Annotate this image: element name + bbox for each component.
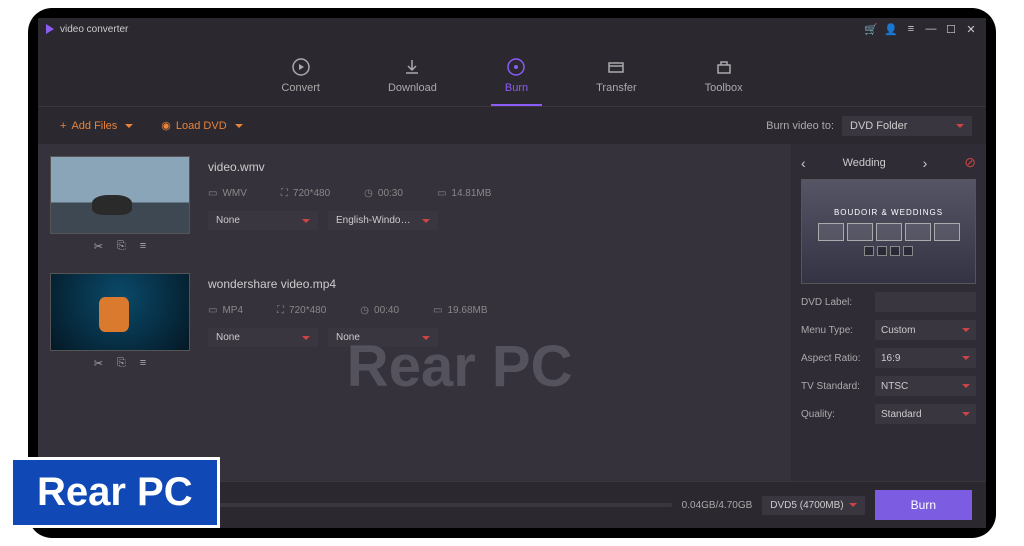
format-value: WMV — [222, 188, 246, 199]
titlebar: video converter 🛒 👤 ≡ — ☐ ✕ — [38, 18, 986, 40]
chevron-down-icon — [422, 219, 430, 223]
burn-icon — [505, 56, 527, 78]
chevron-down-icon — [962, 384, 970, 388]
subtitle-select[interactable]: None — [208, 211, 318, 230]
menu-icon[interactable]: ≡ — [904, 22, 918, 36]
folder-icon: ▭ — [433, 305, 442, 316]
chevron-down-icon — [422, 336, 430, 340]
size-value: 19.68MB — [448, 305, 488, 316]
aspect-select[interactable]: 16:9 — [875, 348, 976, 368]
duration-value: 00:40 — [374, 305, 399, 316]
video-thumbnail[interactable] — [50, 156, 190, 234]
download-icon — [401, 56, 423, 78]
chevron-down-icon — [125, 124, 133, 128]
toolbox-icon — [713, 56, 735, 78]
sidebar: ‹ Wedding › ⊘ BOUDOIR & WEDDINGS DVD Lab… — [791, 144, 986, 481]
close-button[interactable]: ✕ — [964, 22, 978, 36]
format-value: MP4 — [222, 305, 243, 316]
toolbar: + Add Files ◉ Load DVD Burn video to: DV… — [38, 106, 986, 144]
resolution-icon: ⛶ — [277, 305, 284, 316]
maximize-button[interactable]: ☐ — [944, 22, 958, 36]
audio-select[interactable]: English-Windo… — [328, 211, 438, 230]
crop-icon[interactable]: ⎘ — [117, 240, 126, 253]
tab-transfer[interactable]: Transfer — [582, 50, 651, 106]
transfer-icon — [605, 56, 627, 78]
plus-icon: + — [60, 120, 66, 132]
menu-preview[interactable]: BOUDOIR & WEDDINGS — [801, 179, 976, 284]
list-item: ✂ ⎘ ≡ wondershare video.mp4 ▭ MP4 ⛶ 720*48… — [50, 273, 779, 376]
theme-prev-button[interactable]: ‹ — [801, 155, 806, 171]
cart-icon[interactable]: 🛒 — [864, 22, 878, 36]
size-indicator: 0.04GB/4.70GB — [682, 500, 753, 511]
burn-button[interactable]: Burn — [875, 490, 972, 520]
aspect-label: Aspect Ratio: — [801, 353, 869, 364]
resolution-value: 720*480 — [289, 305, 326, 316]
chevron-down-icon — [962, 328, 970, 332]
dvd-label-label: DVD Label: — [801, 297, 869, 308]
menu-type-select[interactable]: Custom — [875, 320, 976, 340]
video-thumbnail[interactable] — [50, 273, 190, 351]
nav-tabs: Convert Download Burn Transfer Toolbox — [38, 40, 986, 106]
theme-name: Wedding — [843, 157, 886, 169]
body: ✂ ⎘ ≡ video.wmv ▭ WMV ⛶ 720*480 ◷ 00:30 ▭ 14… — [38, 144, 986, 481]
user-icon[interactable]: 👤 — [884, 22, 898, 36]
format-icon: ▭ — [208, 188, 217, 199]
add-files-button[interactable]: + Add Files — [52, 116, 141, 136]
dvd-label-input[interactable] — [875, 292, 976, 312]
resolution-value: 720*480 — [293, 188, 330, 199]
resolution-icon: ⛶ — [281, 188, 288, 199]
size-value: 14.81MB — [451, 188, 491, 199]
chevron-down-icon — [962, 412, 970, 416]
filename: video.wmv — [208, 160, 779, 174]
app-window: video converter 🛒 👤 ≡ — ☐ ✕ Convert Down… — [38, 18, 986, 528]
convert-icon — [290, 56, 312, 78]
tv-select[interactable]: NTSC — [875, 376, 976, 396]
burn-to-select[interactable]: DVD Folder — [842, 116, 972, 136]
tab-convert[interactable]: Convert — [267, 50, 334, 106]
tv-label: TV Standard: — [801, 381, 869, 392]
disc-icon: ◉ — [161, 119, 171, 132]
app-title: video converter — [60, 24, 864, 35]
clock-icon: ◷ — [360, 305, 369, 316]
crop-icon[interactable]: ⎘ — [117, 357, 126, 370]
tab-download[interactable]: Download — [374, 50, 451, 106]
adjust-icon[interactable]: ≡ — [140, 240, 146, 253]
tab-burn[interactable]: Burn — [491, 50, 542, 106]
chevron-down-icon — [962, 356, 970, 360]
duration-value: 00:30 — [378, 188, 403, 199]
folder-icon: ▭ — [437, 188, 446, 199]
filename: wondershare video.mp4 — [208, 277, 779, 291]
load-dvd-button[interactable]: ◉ Load DVD — [153, 115, 250, 136]
chevron-down-icon — [235, 124, 243, 128]
list-item: ✂ ⎘ ≡ video.wmv ▭ WMV ⛶ 720*480 ◷ 00:30 ▭ 14… — [50, 156, 779, 259]
file-list: ✂ ⎘ ≡ video.wmv ▭ WMV ⛶ 720*480 ◷ 00:30 ▭ 14… — [38, 144, 791, 481]
chevron-down-icon — [956, 124, 964, 128]
subtitle-select[interactable]: None — [208, 328, 318, 347]
clock-icon: ◷ — [364, 188, 373, 199]
quality-select[interactable]: Standard — [875, 404, 976, 424]
disc-type-select[interactable]: DVD5 (4700MB) — [762, 496, 864, 515]
burn-to-label: Burn video to: — [766, 120, 834, 132]
no-menu-icon[interactable]: ⊘ — [964, 154, 976, 171]
adjust-icon[interactable]: ≡ — [140, 357, 146, 370]
logo-icon — [46, 24, 54, 34]
chevron-down-icon — [302, 336, 310, 340]
chevron-down-icon — [302, 219, 310, 223]
quality-label: Quality: — [801, 409, 869, 420]
format-icon: ▭ — [208, 305, 217, 316]
trim-icon[interactable]: ✂ — [94, 357, 103, 370]
trim-icon[interactable]: ✂ — [94, 240, 103, 253]
preview-banner: BOUDOIR & WEDDINGS — [834, 208, 943, 217]
chevron-down-icon — [849, 503, 857, 507]
audio-select[interactable]: None — [328, 328, 438, 347]
minimize-button[interactable]: — — [924, 22, 938, 36]
tab-toolbox[interactable]: Toolbox — [691, 50, 757, 106]
menu-type-label: Menu Type: — [801, 325, 869, 336]
theme-next-button[interactable]: › — [923, 155, 928, 171]
overlay-badge: Rear PC — [10, 457, 220, 528]
